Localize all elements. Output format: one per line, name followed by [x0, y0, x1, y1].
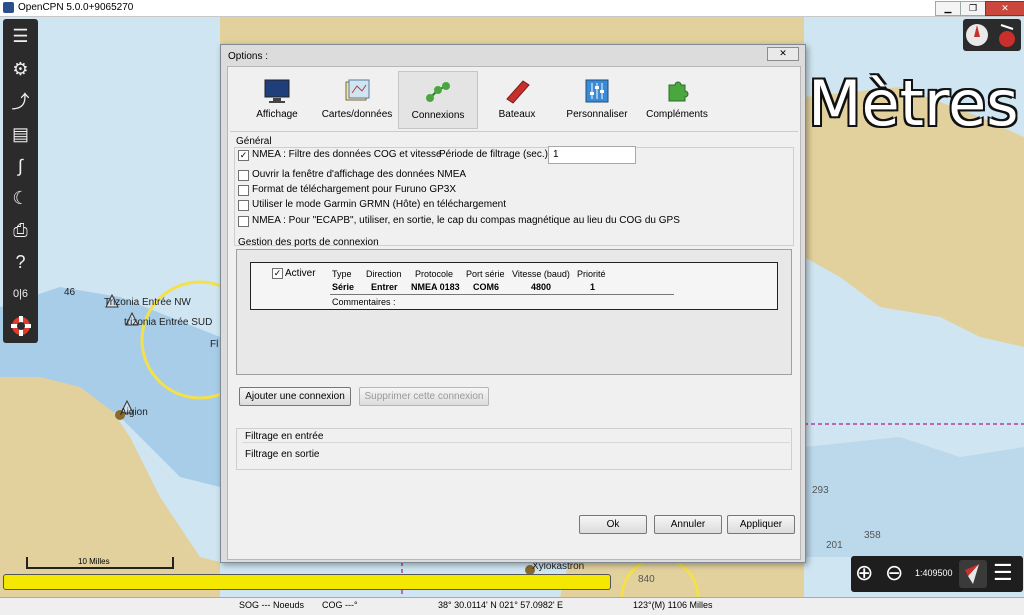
status-sog: SOG --- Noeuds — [239, 600, 305, 610]
comments-label: Commentaires : — [332, 297, 396, 307]
nmea-window-checkbox[interactable] — [238, 170, 249, 181]
cell-type: Série — [332, 282, 355, 292]
input-filter-toggle[interactable]: Filtrage en entrée — [245, 431, 323, 442]
document-icon[interactable]: ▤ — [7, 121, 34, 148]
nmea-filter-label: NMEA : Filtre des données COG et vitesse — [252, 149, 442, 160]
track-icon[interactable]: ∫ — [7, 153, 34, 180]
options-dialog: Options : ✕ Affichage Cartes/données Con… — [220, 44, 806, 563]
progress-bar — [3, 574, 611, 590]
column-protocol: Protocole — [415, 269, 454, 279]
cancel-button[interactable]: Annuler — [654, 515, 722, 534]
ok-button[interactable]: Ok — [579, 515, 647, 534]
tab-affichage[interactable]: Affichage — [238, 71, 316, 127]
column-baud: Vitesse (baud) — [512, 269, 570, 279]
connection-enable-checkbox[interactable]: ✓ — [272, 268, 283, 279]
ecapb-label: NMEA : Pour "ECAPB", utiliser, en sortie… — [252, 215, 680, 226]
filter-divider — [242, 442, 790, 443]
zoom-scale: 1:409500 — [915, 568, 953, 578]
section-ports-title: Gestion des ports de connexion — [238, 237, 379, 248]
zoom-panel: ⊕ ⊖ 1:409500 ☰ — [851, 556, 1023, 592]
map-label-trizonia-sud: trizonia Entrée SUD — [124, 317, 213, 328]
window-title: OpenCPN 5.0.0+9065270 — [18, 2, 134, 13]
tab-complements[interactable]: Compléments — [638, 71, 716, 127]
depth-sounding: 358 — [864, 530, 881, 541]
section-general-title: Général — [236, 136, 272, 147]
status-cog: COG ---° — [322, 600, 358, 610]
compass-widget[interactable] — [963, 19, 1021, 51]
dialog-close-button[interactable]: ✕ — [767, 47, 799, 61]
column-type: Type — [332, 269, 352, 279]
zoom-in-icon[interactable]: ⊕ — [855, 560, 873, 586]
cell-protocol: NMEA 0183 — [411, 282, 460, 292]
cell-baud: 4800 — [531, 282, 552, 292]
connections-icon — [426, 82, 450, 102]
period-input[interactable]: 1 — [548, 146, 636, 164]
zoom-out-icon[interactable]: ⊖ — [885, 560, 903, 586]
general-group — [234, 147, 794, 246]
cell-priority: 1 — [590, 282, 596, 292]
depth-sounding: 840 — [638, 574, 655, 585]
puzzle-icon — [668, 81, 689, 102]
ownship-icon[interactable] — [959, 560, 987, 588]
dialog-title: Options : — [228, 51, 269, 62]
row-divider — [330, 294, 674, 295]
sliders-icon — [585, 79, 609, 103]
depth-sounding: 293 — [812, 485, 829, 496]
depth-sounding: 46 — [64, 287, 76, 298]
dialog-body: Affichage Cartes/données Connexions Bate… — [227, 66, 801, 560]
ecapb-checkbox[interactable] — [238, 216, 249, 227]
status-bearing: 123°(M) 1106 Milles — [633, 600, 713, 610]
main-toolbar: ☰ ⚙ ⤴ ▤ ∫ ☾ ⎙ ? 0|6 — [3, 19, 38, 343]
close-button[interactable]: ✕ — [985, 1, 1024, 16]
app-icon — [3, 2, 14, 13]
charts-icon — [345, 79, 370, 101]
lifebuoy-icon[interactable] — [7, 313, 34, 340]
apply-button[interactable]: Appliquer — [727, 515, 795, 534]
map-label-light: Fl — [210, 339, 219, 350]
help-icon[interactable]: ? — [7, 249, 34, 276]
connection-enable-label: Activer — [285, 268, 316, 279]
status-position: 38° 30.0114' N 021° 57.0982' E — [438, 600, 564, 610]
garmin-checkbox[interactable] — [238, 200, 249, 211]
ship-icon — [506, 80, 530, 104]
ais-icon[interactable]: 0|6 — [7, 281, 34, 308]
map-label-trizonia-nw: Trizonia Entrée NW — [104, 297, 191, 308]
moon-icon[interactable]: ☾ — [7, 185, 34, 212]
garmin-label: Utiliser le mode Garmin GRMN (Hôte) en t… — [252, 199, 506, 210]
window-title-bar: OpenCPN 5.0.0+9065270 ▁ ❐ ✕ — [0, 0, 1024, 17]
print-icon[interactable]: ⎙ — [7, 217, 34, 244]
column-serial-port: Port série — [466, 269, 505, 279]
options-tabs: Affichage Cartes/données Connexions Bate… — [234, 69, 800, 129]
monitor-icon — [264, 79, 290, 103]
tab-bateaux[interactable]: Bateaux — [478, 71, 556, 127]
nmea-window-label: Ouvrir la fenêtre d'affichage des donnée… — [252, 169, 467, 180]
cell-direction: Entrer — [371, 282, 398, 292]
tab-personnaliser[interactable]: Personnaliser — [558, 71, 636, 127]
map-label-aigion: Aigion — [120, 407, 148, 418]
output-filter-toggle[interactable]: Filtrage en sortie — [245, 449, 319, 460]
route-icon[interactable]: ⤴ — [7, 89, 34, 116]
minimize-button[interactable]: ▁ — [935, 1, 961, 16]
menu-icon[interactable]: ☰ — [993, 560, 1013, 586]
column-direction: Direction — [366, 269, 402, 279]
tab-connexions[interactable]: Connexions — [398, 71, 478, 129]
maximize-button[interactable]: ❐ — [960, 1, 986, 16]
nmea-filter-checkbox[interactable]: ✓ — [238, 150, 249, 161]
tab-cartes[interactable]: Cartes/données — [318, 71, 396, 127]
depth-unit-watermark: Mètres — [808, 67, 1019, 140]
depth-sounding: 201 — [826, 540, 843, 551]
furuno-label: Format de téléchargement pour Furuno GP3… — [252, 184, 456, 195]
menu-icon[interactable]: ☰ — [7, 23, 34, 50]
add-connection-button[interactable]: Ajouter une connexion — [239, 387, 351, 406]
scale-bar-label: 10 Milles — [78, 557, 110, 566]
connexions-panel: Général ✓ NMEA : Filtre des données COG … — [230, 131, 798, 557]
status-bar: SOG --- Noeuds COG ---° 38° 30.0114' N 0… — [0, 597, 1024, 615]
furuno-checkbox[interactable] — [238, 185, 249, 196]
cell-serial-port: COM6 — [473, 282, 500, 292]
column-priority: Priorité — [577, 269, 606, 279]
remove-connection-button[interactable]: Supprimer cette connexion — [359, 387, 489, 406]
compass-icon — [966, 24, 1015, 47]
period-label: Période de filtrage (sec.) — [439, 149, 548, 160]
gear-icon[interactable]: ⚙ — [7, 56, 34, 83]
